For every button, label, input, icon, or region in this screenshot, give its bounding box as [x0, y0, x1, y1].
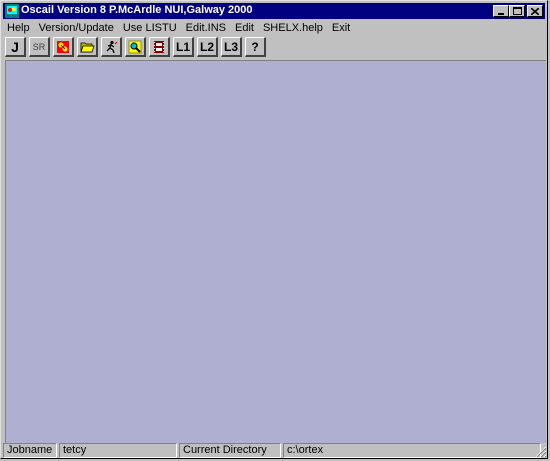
current-directory-label: Current Directory	[179, 443, 281, 458]
film-icon	[154, 40, 164, 53]
l1-icon: L1	[175, 39, 190, 54]
menu-version-update[interactable]: Version/Update	[35, 20, 119, 36]
menu-shelx-help[interactable]: SHELX.help	[259, 20, 328, 36]
runner-icon	[106, 40, 118, 53]
runner-button[interactable]	[101, 37, 122, 57]
maximize-icon	[512, 7, 522, 15]
menu-exit[interactable]: Exit	[328, 20, 355, 36]
jobname-label: Jobname	[3, 443, 57, 458]
minimize-icon	[498, 13, 504, 15]
l2-icon: L2	[199, 39, 214, 54]
title-bar[interactable]: Oscail Version 8 P.McArdle NUI,Galway 20…	[3, 3, 545, 19]
close-button[interactable]	[527, 5, 543, 17]
status-bar: Jobname tetcy Current Directory c:\ortex	[3, 443, 545, 458]
window-title: Oscail Version 8 P.McArdle NUI,Galway 20…	[21, 4, 253, 16]
j-button[interactable]: J	[5, 37, 26, 57]
question-icon: ?	[251, 39, 259, 54]
help-button[interactable]: ?	[245, 37, 266, 57]
menu-use-listu[interactable]: Use LISTU	[119, 20, 182, 36]
open-folder-icon	[79, 42, 95, 53]
film-button[interactable]	[149, 37, 170, 57]
molecule-icon	[57, 40, 69, 53]
resize-grip-icon[interactable]	[534, 445, 547, 458]
l2-button[interactable]: L2	[197, 37, 218, 57]
l1-button[interactable]: L1	[173, 37, 194, 57]
minimize-button[interactable]	[493, 5, 509, 17]
menu-edit[interactable]: Edit	[231, 20, 259, 36]
menu-edit-ins[interactable]: Edit.INS	[182, 20, 231, 36]
l3-icon: L3	[223, 39, 238, 54]
close-icon	[531, 7, 539, 15]
molecule-button[interactable]	[53, 37, 74, 57]
maximize-button[interactable]	[509, 5, 525, 17]
menu-help[interactable]: Help	[3, 20, 35, 36]
main-window: Oscail Version 8 P.McArdle NUI,Galway 20…	[0, 0, 548, 459]
sr-button[interactable]: SR	[29, 37, 50, 57]
magnifier-button[interactable]	[125, 37, 146, 57]
toolbar: J SR L1 L2 L3 ?	[3, 37, 269, 59]
current-directory-value: c:\ortex	[283, 443, 541, 458]
l3-button[interactable]: L3	[221, 37, 242, 57]
j-icon: J	[11, 38, 19, 55]
menu-bar: Help Version/Update Use LISTU Edit.INS E…	[3, 20, 355, 36]
open-folder-button[interactable]	[77, 37, 98, 57]
jobname-value: tetcy	[59, 443, 177, 458]
magnifier-icon	[128, 40, 142, 53]
workspace-area[interactable]	[5, 60, 546, 443]
sr-icon: SR	[32, 41, 46, 52]
app-icon	[5, 4, 19, 18]
